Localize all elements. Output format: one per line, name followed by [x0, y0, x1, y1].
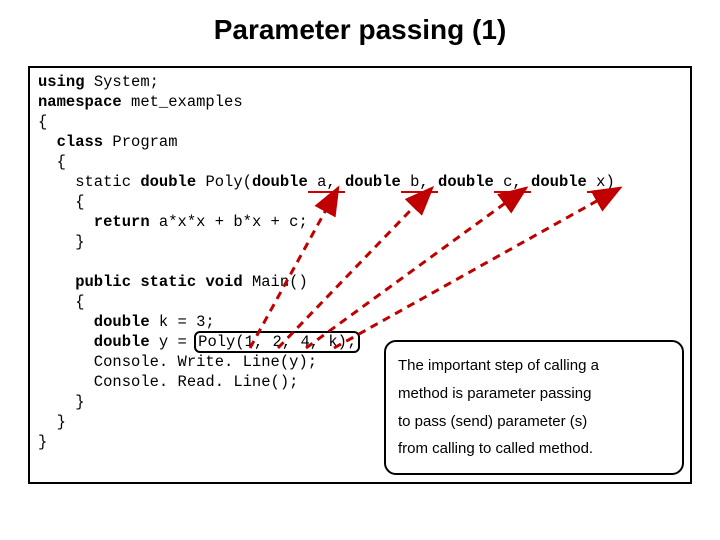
- t: Poly(: [196, 173, 252, 191]
- param-b: b,: [401, 173, 438, 193]
- t: {: [38, 113, 47, 131]
- note-line: method is parameter passing: [398, 380, 670, 408]
- page-title: Parameter passing (1): [0, 14, 720, 46]
- note-line: The important step of calling a: [398, 352, 670, 380]
- kw-using: using: [38, 73, 85, 91]
- t: {: [38, 293, 85, 311]
- kw-double: double: [38, 313, 150, 331]
- t: {: [38, 153, 66, 171]
- t: }: [38, 433, 47, 451]
- kw-double: double: [38, 333, 150, 351]
- kw-double: double: [252, 173, 308, 191]
- kw-return: return: [38, 213, 150, 231]
- kw-void: void: [196, 273, 243, 291]
- param-a: a,: [308, 173, 345, 193]
- kw-class: class: [38, 133, 103, 151]
- t: Console. Write. Line(y);: [38, 353, 317, 371]
- note-line: from calling to called method.: [398, 435, 670, 463]
- param-c: c,: [494, 173, 531, 193]
- kw-static: static: [131, 273, 196, 291]
- t: static: [38, 173, 140, 191]
- kw-public: public: [38, 273, 131, 291]
- t: k = 3;: [150, 313, 215, 331]
- kw-double: double: [345, 173, 401, 191]
- note-line: to pass (send) parameter (s): [398, 408, 670, 436]
- param-x: x): [587, 173, 615, 193]
- t: System;: [85, 73, 159, 91]
- t: y =: [150, 333, 197, 351]
- kw-double: double: [531, 173, 587, 191]
- t: met_examples: [122, 93, 243, 111]
- t: }: [38, 393, 85, 411]
- kw-namespace: namespace: [38, 93, 122, 111]
- t: Console. Read. Line();: [38, 373, 298, 391]
- t: Program: [103, 133, 177, 151]
- t: {: [38, 193, 85, 211]
- t: [38, 253, 47, 271]
- call-highlight: Poly(1, 2, 4, k);: [194, 331, 360, 353]
- note-box: The important step of calling a method i…: [384, 340, 684, 475]
- t: }: [38, 413, 66, 431]
- t: Main(): [243, 273, 308, 291]
- kw-double: double: [438, 173, 494, 191]
- t: a*x*x + b*x + c;: [150, 213, 308, 231]
- t: }: [38, 233, 85, 251]
- kw-double: double: [140, 173, 196, 191]
